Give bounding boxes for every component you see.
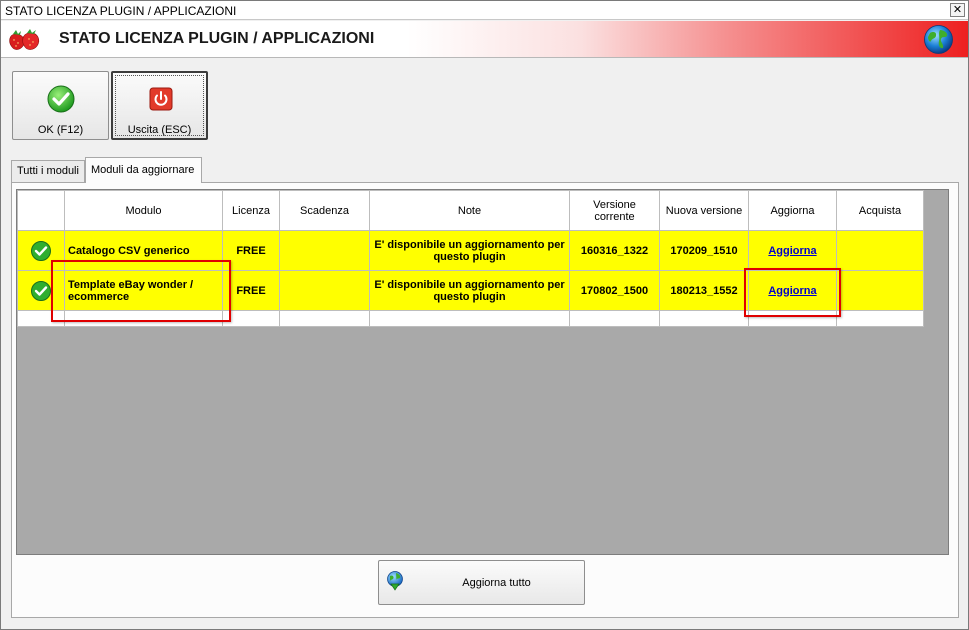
expiry-cell	[279, 230, 370, 271]
notes-cell: E' disponibile un aggiornamento per ques…	[369, 270, 570, 311]
empty-cell	[659, 310, 749, 327]
empty-cell	[279, 310, 370, 327]
empty-cell	[64, 310, 223, 327]
column-header-module[interactable]: Modulo	[64, 190, 223, 231]
title-bar: STATO LICENZA PLUGIN / APPLICAZIONI ✕	[1, 1, 968, 20]
update-cell: Aggiorna	[748, 270, 837, 311]
module-name-cell: Catalogo CSV generico	[64, 230, 223, 271]
banner-title: STATO LICENZA PLUGIN / APPLICAZIONI	[59, 30, 375, 47]
update-cell: Aggiorna	[748, 230, 837, 271]
update-link[interactable]: Aggiorna	[768, 245, 816, 257]
modules-table: Modulo Licenza Scadenza Note Versione co…	[17, 190, 924, 327]
current-version-cell: 170802_1500	[569, 270, 660, 311]
license-cell: FREE	[222, 270, 280, 311]
empty-cell	[17, 310, 65, 327]
status-cell	[17, 230, 65, 271]
empty-cell	[569, 310, 660, 327]
tab-modules-to-update[interactable]: Moduli da aggiornare	[85, 157, 202, 183]
update-all-button[interactable]: Aggiorna tutto	[378, 560, 585, 605]
column-header-license[interactable]: Licenza	[222, 190, 280, 231]
globe-icon	[924, 25, 953, 54]
status-cell	[17, 270, 65, 311]
license-cell: FREE	[222, 230, 280, 271]
column-header-buy[interactable]: Acquista	[836, 190, 924, 231]
column-header-expiry[interactable]: Scadenza	[279, 190, 370, 231]
empty-cell	[748, 310, 837, 327]
window-title: STATO LICENZA PLUGIN / APPLICAZIONI	[5, 4, 237, 18]
check-icon	[31, 280, 51, 301]
power-icon	[149, 87, 173, 111]
expiry-cell	[279, 270, 370, 311]
check-icon	[47, 85, 75, 113]
new-row[interactable]	[17, 310, 924, 327]
new-version-cell: 170209_1510	[659, 230, 749, 271]
column-header-status	[17, 190, 65, 231]
update-all-label: Aggiorna tutto	[462, 577, 531, 589]
buy-cell	[836, 230, 924, 271]
exit-button-label: Uscita (ESC)	[127, 124, 192, 136]
table-row[interactable]: Template eBay wonder / ecommerce FREE E'…	[17, 270, 924, 311]
empty-cell	[222, 310, 280, 327]
license-status-window: STATO LICENZA PLUGIN / APPLICAZIONI ✕ ST…	[0, 0, 969, 630]
current-version-cell: 160316_1322	[569, 230, 660, 271]
notes-cell: E' disponibile un aggiornamento per ques…	[369, 230, 570, 271]
buy-cell	[836, 270, 924, 311]
column-header-notes[interactable]: Note	[369, 190, 570, 231]
ok-button-label: OK (F12)	[37, 124, 84, 136]
empty-cell	[369, 310, 570, 327]
modules-grid: Modulo Licenza Scadenza Note Versione co…	[16, 189, 949, 555]
module-name-cell: Template eBay wonder / ecommerce	[64, 270, 223, 311]
exit-button[interactable]: Uscita (ESC)	[111, 71, 208, 140]
column-header-update[interactable]: Aggiorna	[748, 190, 837, 231]
table-header-row: Modulo Licenza Scadenza Note Versione co…	[17, 190, 924, 231]
table-row[interactable]: Catalogo CSV generico FREE E' disponibil…	[17, 230, 924, 271]
column-header-new-version[interactable]: Nuova versione	[659, 190, 749, 231]
strawberry-icon	[9, 29, 40, 50]
check-icon	[31, 240, 51, 261]
empty-cell	[836, 310, 924, 327]
header-banner: STATO LICENZA PLUGIN / APPLICAZIONI	[1, 21, 968, 58]
close-button[interactable]: ✕	[950, 3, 965, 17]
new-version-cell: 180213_1552	[659, 270, 749, 311]
column-header-current-version[interactable]: Versione corrente	[569, 190, 660, 231]
tab-all-modules[interactable]: Tutti i moduli	[11, 160, 85, 182]
update-link[interactable]: Aggiorna	[768, 285, 816, 297]
ok-button[interactable]: OK (F12)	[12, 71, 109, 140]
